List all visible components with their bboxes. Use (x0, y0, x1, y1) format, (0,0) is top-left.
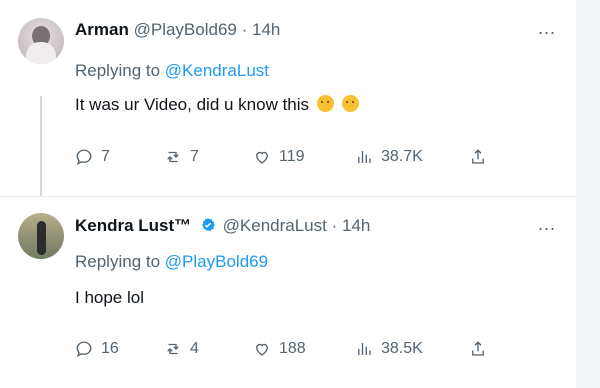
scroll-edge (576, 0, 600, 388)
retweet-count: 7 (190, 148, 199, 165)
retweet-button[interactable]: 4 (164, 340, 199, 358)
avatar-body (26, 42, 56, 64)
tweet-actions: 16 4 188 38.5K (75, 338, 495, 360)
share-icon (472, 341, 484, 356)
sweat-smile-emoji (316, 95, 334, 112)
like-icon (256, 151, 268, 164)
tweet-text-content: I hope lol (75, 288, 144, 307)
share-button[interactable] (469, 340, 487, 358)
more-icon[interactable]: ... (538, 18, 556, 39)
user-name[interactable]: Arman (75, 20, 129, 39)
tweet-arman[interactable]: Arman @PlayBold69 · 14h ... Replying to … (0, 0, 576, 196)
tweet-kendra[interactable]: Kendra Lust™ @KendraLust · 14h ... Reply… (0, 197, 576, 388)
like-count: 188 (279, 340, 306, 357)
user-handle[interactable]: @KendraLust (223, 216, 327, 235)
views-count: 38.5K (381, 340, 423, 357)
like-count: 119 (279, 148, 305, 165)
user-handle[interactable]: @PlayBold69 (134, 20, 237, 39)
views-button[interactable]: 38.5K (355, 340, 423, 358)
replying-to-label: Replying to (75, 61, 161, 80)
share-icon (472, 149, 484, 164)
reply-icon (76, 149, 92, 166)
like-button[interactable]: 119 (253, 148, 305, 166)
reply-count: 16 (101, 340, 119, 357)
user-name[interactable]: Kendra Lust™ (75, 216, 191, 235)
avatar-kendra[interactable] (18, 213, 64, 259)
replying-to: Replying to @KendraLust (75, 61, 269, 81)
thread-line (40, 96, 42, 196)
views-icon (358, 151, 371, 163)
replying-to: Replying to @PlayBold69 (75, 252, 268, 272)
tweet-actions: 7 7 119 38.7K (75, 146, 495, 168)
avatar-arman[interactable] (18, 18, 64, 64)
separator-dot: · (331, 216, 338, 235)
reply-button[interactable]: 16 (75, 340, 119, 358)
replying-to-link[interactable]: @PlayBold69 (165, 252, 268, 271)
reply-count: 7 (101, 148, 110, 165)
tweet-text-content: It was ur Video, did u know this (75, 95, 310, 114)
separator-dot: · (241, 20, 248, 39)
tweet-text: I hope lol (75, 288, 144, 308)
views-icon (358, 343, 371, 355)
tweet-time[interactable]: 14h (342, 216, 370, 235)
views-count: 38.7K (381, 148, 423, 165)
like-icon (256, 343, 268, 356)
reply-icon (76, 341, 92, 358)
blush-emoji (341, 95, 359, 112)
more-icon[interactable]: ... (538, 214, 556, 235)
retweet-count: 4 (190, 340, 199, 357)
share-button[interactable] (469, 148, 487, 166)
tweet-time[interactable]: 14h (252, 20, 280, 39)
views-button[interactable]: 38.7K (355, 148, 423, 166)
reply-button[interactable]: 7 (75, 148, 110, 166)
tweet-text: It was ur Video, did u know this (75, 95, 359, 115)
like-button[interactable]: 188 (253, 340, 306, 358)
tweet-header: Kendra Lust™ @KendraLust · 14h (75, 216, 370, 236)
retweet-icon (167, 151, 179, 163)
replying-to-link[interactable]: @KendraLust (165, 61, 269, 80)
tweet-header: Arman @PlayBold69 · 14h (75, 20, 280, 40)
retweet-icon (167, 343, 179, 355)
verified-badge-icon (201, 218, 215, 232)
replying-to-label: Replying to (75, 252, 161, 271)
retweet-button[interactable]: 7 (164, 148, 199, 166)
avatar-figure (37, 221, 46, 255)
